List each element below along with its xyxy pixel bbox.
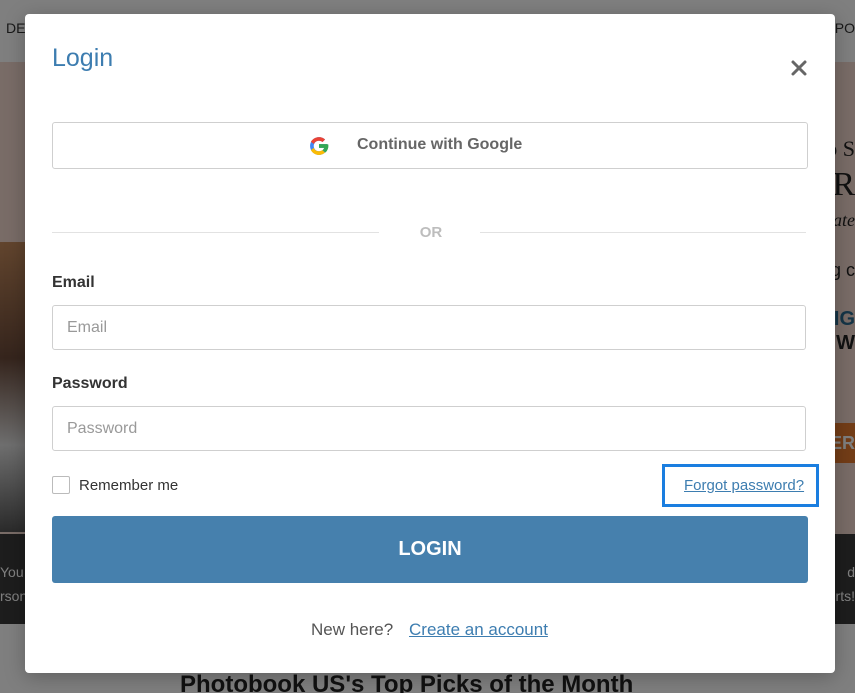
page: DE RPO o S R ate g c BIG W ER You rson d… (0, 0, 855, 693)
google-button-label: Continue with Google (357, 136, 523, 153)
login-button[interactable]: LOGIN (52, 516, 808, 583)
password-field[interactable] (52, 406, 806, 451)
close-icon-graphic (791, 60, 807, 76)
remember-me-checkbox[interactable] (52, 476, 70, 494)
signup-prompt: New here? (311, 620, 394, 639)
email-label: Email (52, 274, 95, 291)
close-icon[interactable] (787, 56, 811, 80)
email-field[interactable] (52, 305, 806, 350)
modal-title: Login (52, 44, 114, 72)
login-modal: Login Continue with Google OR Email Pass… (25, 14, 835, 673)
forgot-password-link[interactable]: Forgot password? (684, 477, 804, 494)
divider-line-left (52, 232, 379, 233)
remember-me-label: Remember me (79, 477, 179, 494)
password-label: Password (52, 375, 128, 392)
divider-or-text: OR (419, 224, 443, 241)
create-account-link[interactable]: Create an account (409, 620, 548, 640)
continue-with-google-button[interactable]: Continue with Google (52, 122, 808, 169)
google-icon (310, 137, 329, 155)
divider-line-right (480, 232, 806, 233)
